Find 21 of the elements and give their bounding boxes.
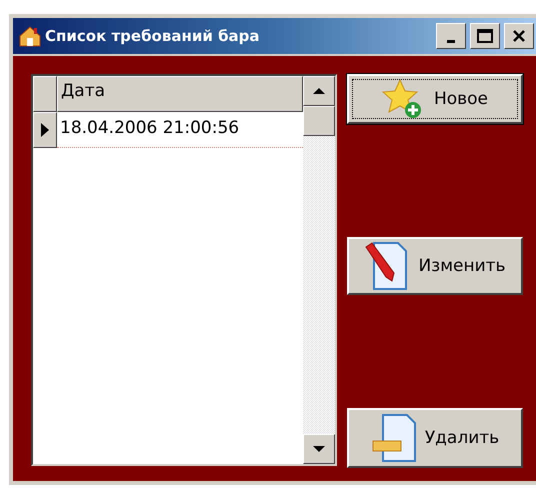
scroll-thumb[interactable] [303, 106, 335, 136]
window-title: Список требований бара [45, 27, 261, 45]
minimize-button[interactable] [436, 23, 466, 49]
edit-button[interactable]: Изменить [347, 237, 523, 295]
column-header[interactable]: Дата [57, 76, 303, 112]
scroll-up-button[interactable] [303, 76, 335, 106]
delete-button[interactable]: Удалить [347, 408, 523, 468]
document-ruler-icon [370, 413, 417, 463]
house-icon [19, 25, 41, 47]
down-arrow-icon [312, 445, 326, 453]
close-icon [512, 29, 526, 43]
maximize-button[interactable] [470, 23, 500, 49]
minimize-icon [447, 40, 455, 42]
close-button[interactable] [504, 23, 534, 49]
new-button[interactable]: Новое [347, 74, 523, 124]
maximize-icon [477, 29, 493, 43]
up-arrow-icon [312, 87, 326, 95]
scroll-down-button[interactable] [303, 434, 335, 464]
row-indicator[interactable] [33, 112, 57, 148]
current-row-icon [40, 122, 50, 138]
scrollbar[interactable] [303, 76, 335, 464]
